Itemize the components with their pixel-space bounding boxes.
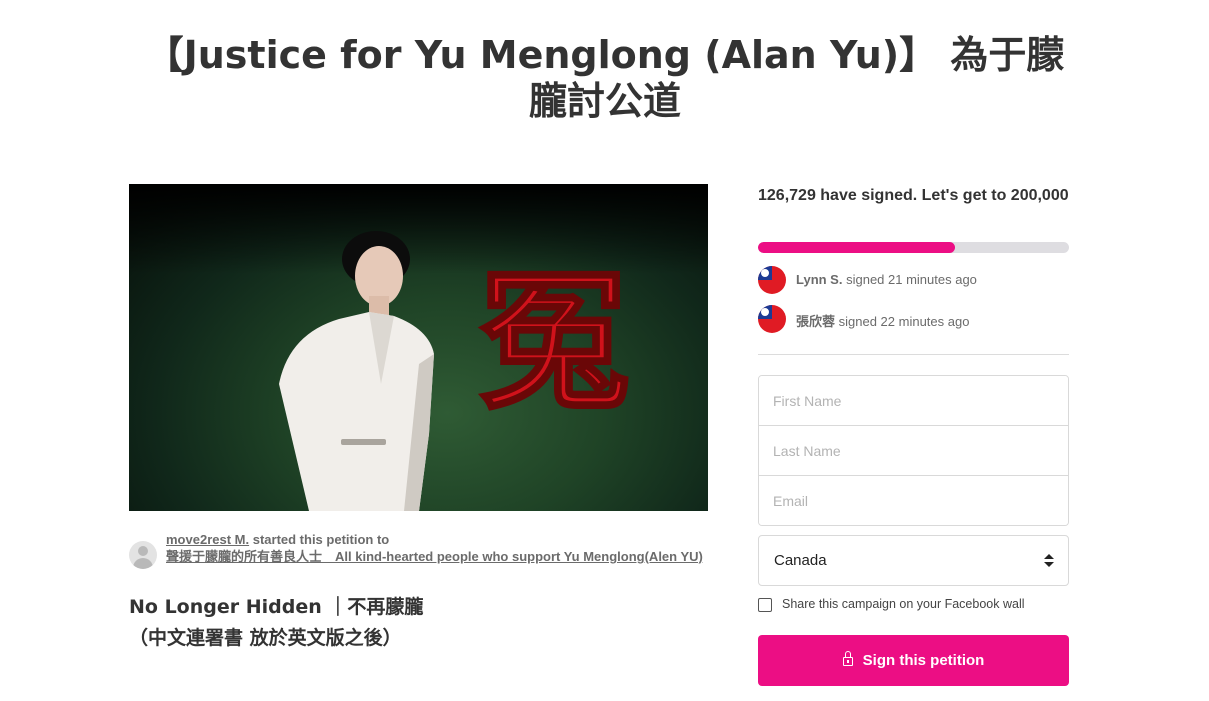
- petition-target-link[interactable]: 聲援于朦朧的所有善良人士 All kind-hearted people who…: [166, 549, 703, 564]
- facebook-share-label: Share this campaign on your Facebook wal…: [782, 597, 1025, 611]
- sign-petition-button[interactable]: Sign this petition: [758, 635, 1069, 686]
- starter-text: move2rest M. started this petition to 聲援…: [166, 531, 706, 565]
- first-name-field[interactable]: [759, 376, 1068, 426]
- email-field[interactable]: [759, 476, 1068, 525]
- petition-heading: No Longer Hidden ｜不再朦朧 （中文連署書 放於英文版之後）: [129, 592, 708, 654]
- signer-name: Lynn S.: [796, 272, 843, 287]
- recent-signer: 張欣蓉 signed 22 minutes ago: [758, 305, 1069, 333]
- signature-progress-fill: [758, 242, 956, 253]
- recent-signer: Lynn S. signed 21 minutes ago: [758, 266, 1069, 294]
- lock-icon: [842, 651, 853, 666]
- select-caret-icon: [1044, 554, 1054, 568]
- page-title: 【Justice for Yu Menglong (Alan Yu)】 為于朦朧…: [145, 33, 1065, 123]
- facebook-share-checkbox[interactable]: [758, 598, 772, 612]
- country-select[interactable]: Canada: [758, 535, 1069, 586]
- country-value: Canada: [774, 552, 827, 569]
- hero-illustration: 冤: [279, 231, 631, 511]
- taiwan-flag-icon: [758, 305, 786, 333]
- petition-hero-image: 冤: [129, 184, 708, 511]
- divider: [758, 354, 1069, 355]
- signature-progress-bar: [758, 242, 1069, 253]
- facebook-share-option: Share this campaign on your Facebook wal…: [758, 597, 1069, 615]
- signer-time: signed 21 minutes ago: [846, 272, 977, 287]
- signer-name: 張欣蓉: [796, 314, 836, 329]
- sign-panel: 126,729 have signed. Let's get to 200,00…: [758, 184, 1069, 686]
- starter-name-link[interactable]: move2rest M.: [166, 532, 249, 547]
- signer-time: signed 22 minutes ago: [838, 314, 970, 329]
- taiwan-flag-icon: [758, 266, 786, 294]
- petition-heading-line2: （中文連署書 放於英文版之後）: [129, 627, 402, 649]
- petition-heading-line1: No Longer Hidden ｜不再朦朧: [129, 596, 424, 618]
- starter-action-text: started this petition to: [252, 532, 390, 547]
- sign-button-label: Sign this petition: [862, 652, 985, 669]
- signature-count: 126,729 have signed. Let's get to 200,00…: [758, 187, 1069, 204]
- overlay-character: 冤: [479, 256, 629, 430]
- fine-print: [758, 696, 1069, 701]
- last-name-field[interactable]: [759, 426, 1068, 476]
- sign-form: [758, 375, 1069, 526]
- starter-avatar: [129, 541, 157, 569]
